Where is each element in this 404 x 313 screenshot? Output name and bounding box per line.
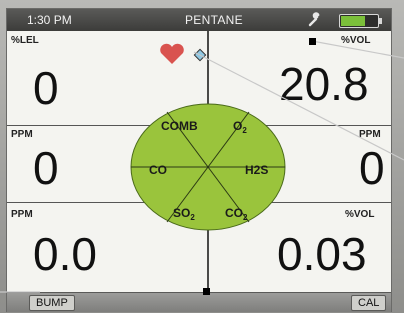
battery-terminal — [379, 18, 382, 24]
reading-unit: PPM — [11, 129, 33, 140]
bump-button[interactable]: BUMP — [29, 295, 75, 311]
reading-value: 0 — [33, 62, 59, 114]
reading-value: 0.0 — [33, 228, 97, 280]
battery-icon — [339, 14, 382, 28]
callout-marker — [309, 38, 316, 45]
reading-unit: PPM — [359, 129, 381, 140]
wrench-icon — [308, 12, 320, 27]
sensor-label-co: CO — [149, 163, 167, 177]
softkey-bar: BUMP CAL — [7, 292, 391, 312]
battery-fill — [341, 16, 365, 26]
display-screen: 1:30 PM PENTANE %LEL 0 %VOL 20.8 PPM 0 P… — [6, 8, 392, 312]
diamond-icon — [193, 48, 207, 62]
cal-button[interactable]: CAL — [351, 295, 387, 311]
callout-marker — [203, 288, 210, 295]
status-bar: 1:30 PM PENTANE — [7, 9, 391, 31]
reading-value: 0.03 — [277, 228, 367, 280]
reading-value: 0 — [359, 142, 385, 194]
reading-unit: PPM — [11, 209, 33, 220]
sensor-label-h2s: H2S — [245, 163, 268, 177]
reading-value: 0 — [33, 142, 59, 194]
sensor-label-comb: COMB — [161, 119, 198, 133]
reading-unit: %VOL — [341, 35, 371, 46]
reading-unit: %LEL — [11, 35, 39, 46]
status-gas-name: PENTANE — [185, 13, 243, 27]
gas-wheel[interactable]: COMB O2 H2S CO2 SO2 CO — [129, 102, 287, 232]
reading-unit: %VOL — [345, 209, 375, 220]
reading-value: 20.8 — [279, 58, 369, 110]
heart-icon — [160, 43, 184, 64]
status-time: 1:30 PM — [27, 13, 72, 27]
